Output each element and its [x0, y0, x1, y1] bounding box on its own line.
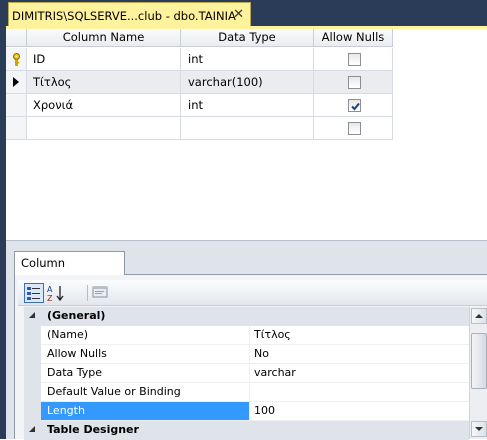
property-name: Data Type: [41, 364, 250, 383]
allow-nulls-cell: [314, 117, 393, 140]
property-row[interactable]: Default Value or Binding: [24, 383, 469, 402]
allow-nulls-cell: [314, 94, 393, 117]
allow-nulls-checkbox[interactable]: [348, 122, 361, 135]
table-row[interactable]: ID int: [6, 48, 393, 71]
row-selector[interactable]: [6, 71, 27, 94]
data-type-cell[interactable]: varchar(100): [181, 71, 314, 94]
property-row[interactable]: Allow Nulls No: [24, 345, 469, 364]
table-row[interactable]: Χρονιά int: [6, 94, 393, 117]
category-gutter: [24, 307, 41, 326]
property-value[interactable]: 100: [250, 402, 469, 421]
property-row[interactable]: Data Type varchar: [24, 364, 469, 383]
row-selector[interactable]: [6, 94, 27, 117]
column-name-cell[interactable]: Χρονιά: [27, 94, 181, 117]
property-value[interactable]: Τίτλος: [250, 326, 469, 345]
alphabetical-button[interactable]: A Z: [46, 283, 66, 303]
tab-column-properties[interactable]: Column Properties: [14, 251, 125, 292]
property-name: Default Value or Binding: [41, 383, 250, 402]
scroll-up-button[interactable]: [471, 308, 487, 324]
property-pages-button[interactable]: [91, 283, 111, 303]
svg-text:Z: Z: [47, 294, 53, 303]
column-name-header: Column Name: [27, 29, 181, 47]
row-gutter: [24, 364, 41, 383]
scroll-thumb[interactable]: [471, 333, 487, 389]
properties-toolbar: A Z: [18, 280, 487, 306]
category-table-designer[interactable]: Table Designer: [24, 421, 469, 440]
document-tab[interactable]: DIMITRIS\SQLSERVE...club - dbo.TAINIA ✕: [8, 2, 251, 28]
category-label: (General): [41, 307, 469, 326]
categorized-icon: [27, 287, 40, 300]
allow-nulls-cell: [314, 71, 393, 94]
collapse-triangle-icon[interactable]: [29, 426, 36, 433]
chevron-down-icon: [475, 427, 483, 431]
allow-nulls-checkbox[interactable]: [348, 53, 361, 66]
data-type-cell[interactable]: [181, 117, 314, 140]
row-gutter: [24, 345, 41, 364]
close-icon[interactable]: ✕: [233, 7, 244, 23]
property-grid: (General) (Name) Τίτλος Allow Nulls No D…: [24, 307, 469, 440]
row-selector[interactable]: [6, 117, 27, 140]
column-name-cell[interactable]: [27, 117, 181, 140]
property-value[interactable]: varchar: [250, 364, 469, 383]
property-name: Length: [41, 402, 250, 421]
row-gutter: [24, 402, 41, 421]
allow-nulls-checkbox-checked[interactable]: [348, 99, 361, 112]
collapse-triangle-icon[interactable]: [29, 312, 36, 319]
current-row-arrow-icon: [13, 77, 19, 87]
table-row-new[interactable]: [6, 117, 393, 140]
data-type-header: Data Type: [181, 29, 314, 47]
property-value[interactable]: No: [250, 345, 469, 364]
scroll-down-button[interactable]: [471, 421, 487, 437]
column-name-cell[interactable]: Τίτλος: [27, 71, 181, 94]
document-tab-strip: DIMITRIS\SQLSERVE...club - dbo.TAINIA ✕: [6, 0, 487, 28]
property-pages-icon: [92, 286, 108, 298]
checkmark-icon: [351, 102, 360, 111]
vertical-scrollbar[interactable]: [469, 307, 487, 439]
category-gutter: [24, 421, 41, 440]
property-value[interactable]: [250, 383, 469, 402]
allow-nulls-header: Allow Nulls: [314, 29, 393, 47]
categorized-button[interactable]: [24, 283, 44, 303]
row-gutter: [24, 383, 41, 402]
property-name: (Name): [41, 326, 250, 345]
toolbar-separator: [87, 285, 88, 301]
property-row[interactable]: (Name) Τίτλος: [24, 326, 469, 345]
category-label: Table Designer: [41, 421, 469, 440]
table-row[interactable]: Τίτλος varchar(100): [6, 71, 393, 94]
svg-text:A: A: [47, 285, 53, 294]
data-type-cell[interactable]: int: [181, 94, 314, 117]
property-name: Allow Nulls: [41, 345, 250, 364]
key-icon: [13, 53, 20, 66]
property-row-selected[interactable]: Length 100: [24, 402, 469, 421]
alphabetical-icon: A Z: [47, 285, 64, 303]
row-selector[interactable]: [6, 48, 27, 71]
category-general[interactable]: (General): [24, 307, 469, 326]
row-gutter: [24, 326, 41, 345]
chevron-up-icon: [475, 314, 483, 318]
allow-nulls-cell: [314, 48, 393, 71]
column-name-cell[interactable]: ID: [27, 48, 181, 71]
data-type-cell[interactable]: int: [181, 48, 314, 71]
splitter[interactable]: [6, 240, 487, 241]
row-selector-header: [6, 29, 27, 47]
document-tab-title: DIMITRIS\SQLSERVE...club - dbo.TAINIA: [12, 8, 236, 23]
allow-nulls-checkbox[interactable]: [348, 76, 361, 89]
